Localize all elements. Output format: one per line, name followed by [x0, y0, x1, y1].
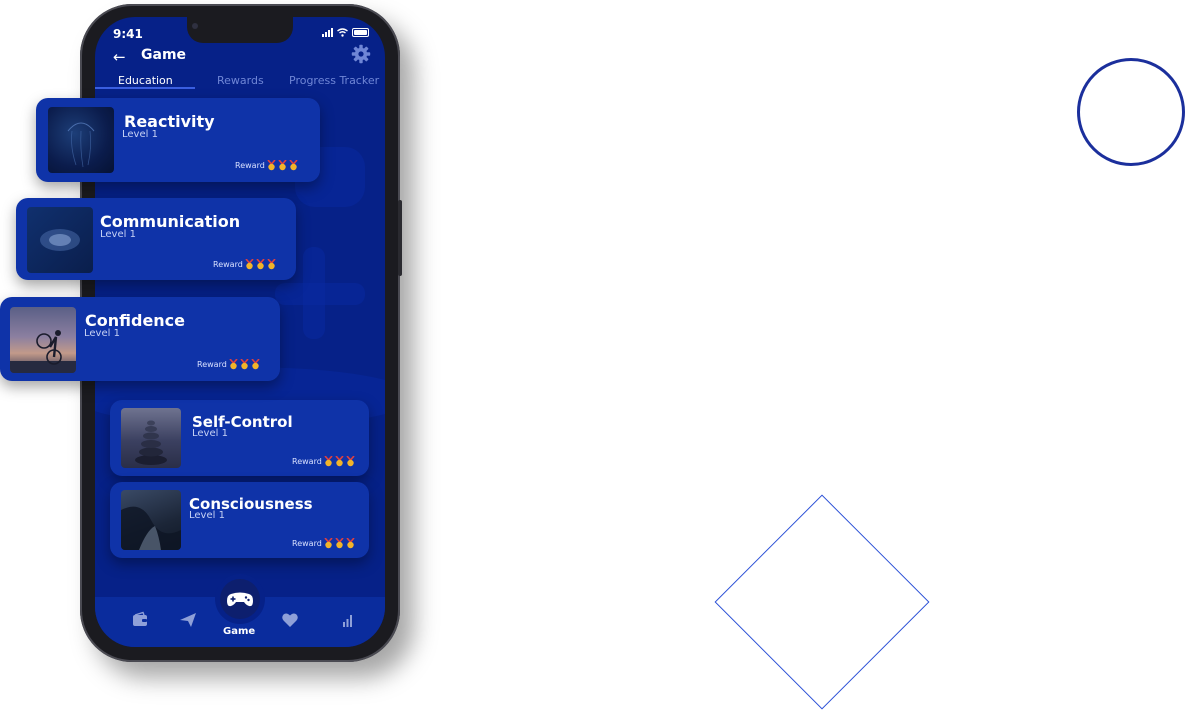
reward-row: Reward: [197, 359, 260, 370]
medal-icon: [346, 456, 355, 467]
bg-decoration: [275, 283, 365, 305]
network-image: [40, 229, 80, 251]
reward-row: Reward: [235, 160, 298, 171]
tab-rewards[interactable]: Rewards: [217, 74, 264, 87]
medal-icon: [251, 359, 260, 370]
medal-icon: [289, 160, 298, 171]
back-arrow-icon[interactable]: ←: [113, 48, 126, 66]
send-icon[interactable]: [179, 611, 197, 629]
lesson-level: Level 1: [100, 229, 136, 240]
notch: [187, 17, 293, 43]
medal-icon: [256, 259, 265, 270]
lesson-thumbnail: [48, 107, 114, 173]
lesson-level: Level 1: [122, 129, 158, 140]
tab-progress-tracker[interactable]: Progress Tracker: [289, 74, 379, 87]
lesson-card-confidence[interactable]: Confidence Level 1 Reward: [0, 297, 280, 381]
lesson-level: Level 1: [192, 428, 228, 439]
camera: [192, 23, 198, 29]
decorative-circle: [1077, 58, 1185, 166]
medal-icon: [229, 359, 238, 370]
lesson-level: Level 1: [84, 328, 120, 339]
jellyfish-image: [67, 122, 95, 168]
signal-icon: [322, 28, 333, 37]
lesson-thumbnail: [121, 490, 181, 550]
lesson-thumbnail: [10, 307, 76, 373]
phone-side-button: [398, 200, 402, 276]
medal-icon: [267, 259, 276, 270]
wallet-icon[interactable]: [131, 611, 149, 629]
gear-icon[interactable]: [351, 44, 371, 64]
lesson-card-communication[interactable]: Communication Level 1 Reward: [16, 198, 296, 280]
lesson-card-reactivity[interactable]: Reactivity Level 1 Reward: [36, 98, 320, 182]
gamepad-icon: [227, 592, 253, 607]
stacked-stones-image: [135, 420, 167, 465]
cyclist-silhouette-image: [10, 330, 76, 373]
lesson-card-self-control[interactable]: Self-Control Level 1 Reward: [110, 400, 369, 476]
medal-icon: [245, 259, 254, 270]
battery-icon: [352, 28, 369, 37]
lesson-thumbnail: [121, 408, 181, 468]
wifi-icon: [337, 28, 348, 37]
reward-label: Reward: [292, 457, 322, 466]
medal-icon: [346, 538, 355, 549]
status-icons: [322, 28, 369, 37]
reward-row: Reward: [292, 456, 355, 467]
reward-row: Reward: [213, 259, 276, 270]
medal-icon: [267, 160, 276, 171]
bar-chart-icon[interactable]: [338, 611, 356, 629]
medal-icon: [335, 538, 344, 549]
decorative-diamond: [714, 494, 930, 710]
reward-label: Reward: [197, 360, 227, 369]
reward-label: Reward: [235, 161, 265, 170]
misty-landscape-image: [121, 506, 181, 550]
status-time: 9:41: [113, 27, 143, 41]
medal-icon: [324, 538, 333, 549]
game-nav-label: Game: [223, 626, 256, 637]
page-title: Game: [141, 47, 187, 63]
reward-label: Reward: [292, 539, 322, 548]
medal-icon: [335, 456, 344, 467]
medal-icon: [240, 359, 249, 370]
game-nav-button[interactable]: [220, 579, 260, 619]
heart-icon[interactable]: [281, 611, 299, 629]
reward-label: Reward: [213, 260, 243, 269]
lesson-level: Level 1: [189, 510, 225, 521]
medal-icon: [324, 456, 333, 467]
lesson-thumbnail: [27, 207, 93, 273]
lesson-card-consciousness[interactable]: Consciousness Level 1 Reward: [110, 482, 369, 558]
reward-row: Reward: [292, 538, 355, 549]
active-tab-indicator: [95, 87, 195, 89]
medal-icon: [278, 160, 287, 171]
tab-education[interactable]: Education: [118, 74, 173, 87]
